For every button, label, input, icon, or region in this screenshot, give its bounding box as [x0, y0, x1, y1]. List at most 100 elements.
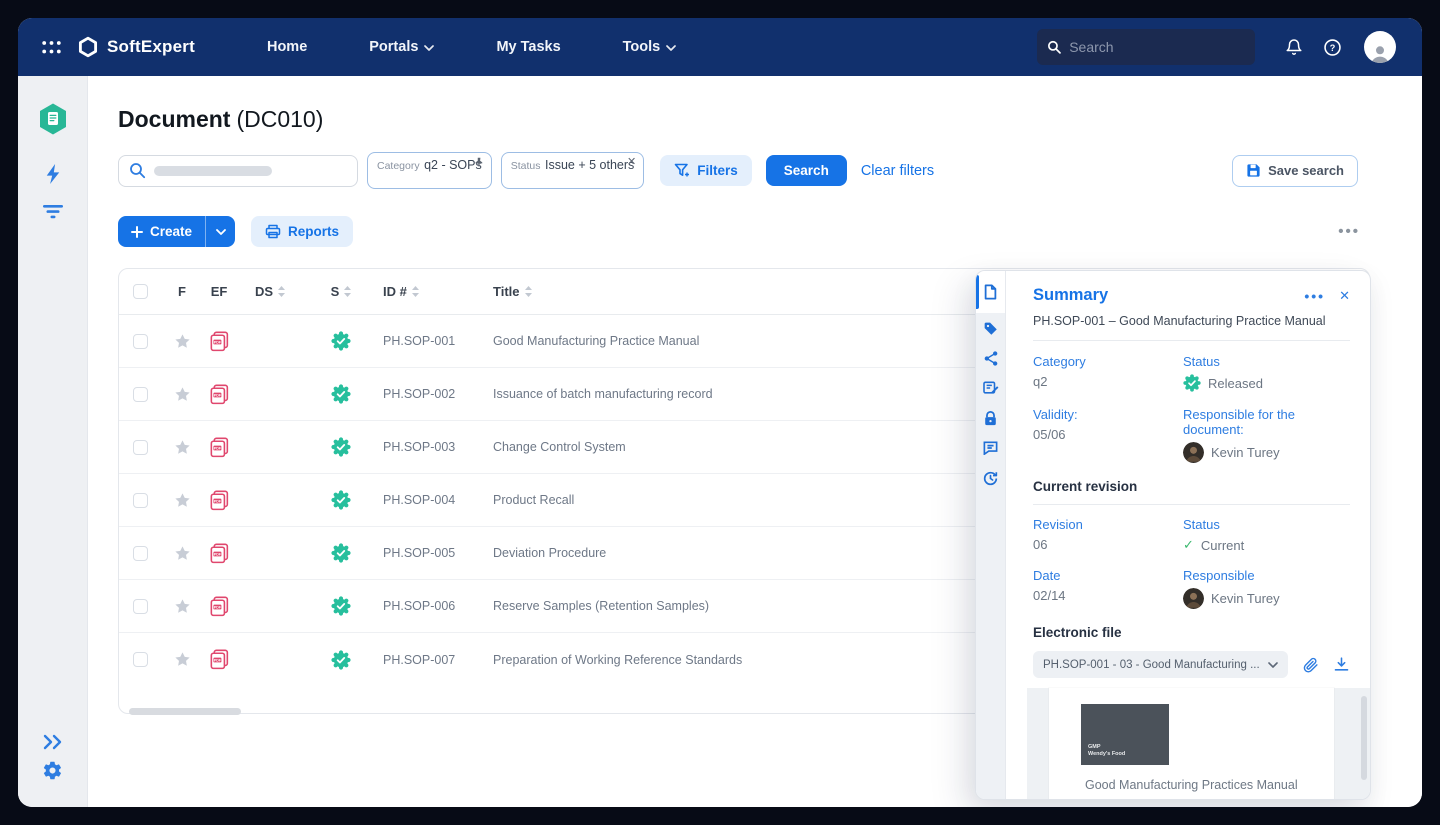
expand-sidebar-chevrons-icon[interactable] — [42, 734, 64, 750]
tab-comments-icon[interactable] — [976, 433, 1005, 463]
chevron-down-icon — [216, 229, 226, 235]
filter-lines-icon[interactable] — [42, 204, 64, 220]
document-search-input[interactable] — [118, 155, 358, 187]
save-search-button[interactable]: Save search — [1232, 155, 1358, 187]
attachment-paperclip-icon[interactable] — [1302, 656, 1319, 673]
summary-more-options[interactable]: ••• — [1304, 288, 1325, 304]
document-id[interactable]: PH.SOP-007 — [383, 653, 493, 667]
download-icon[interactable] — [1333, 656, 1350, 673]
status-filter-chip[interactable]: Status Issue + 5 others ✕ — [501, 152, 645, 189]
summary-title: Summary — [1033, 286, 1304, 305]
document-id[interactable]: PH.SOP-003 — [383, 440, 493, 454]
filters-button[interactable]: Filters — [660, 155, 752, 186]
list-more-options[interactable]: ••• — [1338, 223, 1360, 240]
document-id[interactable]: PH.SOP-004 — [383, 493, 493, 507]
create-split-button: Create — [118, 216, 235, 247]
svg-text:PDF: PDF — [213, 552, 221, 556]
preview-page[interactable]: GMP Wendy's Food Good Manufacturing Prac… — [1049, 688, 1334, 800]
pdf-file-icon[interactable]: PDF — [197, 436, 241, 459]
favorite-star-icon[interactable] — [167, 545, 197, 562]
nav-item-tools[interactable]: Tools — [623, 39, 677, 55]
row-checkbox[interactable] — [133, 546, 148, 561]
electronic-file-select[interactable]: PH.SOP-001 - 03 - Good Manufacturing ... — [1033, 651, 1288, 678]
document-id[interactable]: PH.SOP-002 — [383, 387, 493, 401]
row-checkbox[interactable] — [133, 599, 148, 614]
help-icon[interactable]: ? — [1323, 38, 1342, 57]
nav-item-portals[interactable]: Portals — [369, 39, 434, 55]
preview-scrollbar[interactable] — [1361, 696, 1367, 780]
favorite-star-icon[interactable] — [167, 651, 197, 668]
global-search-input[interactable] — [1069, 39, 1245, 55]
tab-history-icon[interactable] — [976, 463, 1005, 493]
global-search[interactable] — [1037, 29, 1255, 65]
nav-item-my-tasks[interactable]: My Tasks — [496, 39, 560, 55]
pdf-file-icon[interactable]: PDF — [197, 489, 241, 512]
favorite-star-icon[interactable] — [167, 333, 197, 350]
tab-tag-icon[interactable] — [976, 313, 1005, 343]
pdf-file-icon[interactable]: PDF — [197, 383, 241, 406]
sort-icon — [412, 286, 419, 297]
preview-thumbnail: GMP Wendy's Food — [1081, 704, 1169, 765]
svg-text:PDF: PDF — [213, 340, 221, 344]
pdf-file-icon[interactable]: PDF — [197, 595, 241, 618]
column-id[interactable]: ID # — [383, 284, 493, 299]
create-dropdown-caret[interactable] — [205, 216, 235, 247]
close-icon[interactable]: ✕ — [1339, 288, 1350, 304]
svg-text:PDF: PDF — [213, 499, 221, 503]
plus-icon — [131, 226, 143, 238]
tab-form-edit-icon[interactable] — [976, 373, 1005, 403]
column-favorite[interactable]: F — [167, 284, 197, 299]
search-button[interactable]: Search — [766, 155, 847, 186]
search-icon — [1047, 39, 1061, 55]
remove-filter-icon[interactable]: ✕ — [627, 157, 636, 167]
reports-button[interactable]: Reports — [251, 216, 353, 247]
favorite-star-icon[interactable] — [167, 439, 197, 456]
row-checkbox[interactable] — [133, 652, 148, 667]
quick-actions-lightning-icon[interactable] — [43, 162, 63, 186]
row-checkbox[interactable] — [133, 493, 148, 508]
pdf-file-icon[interactable]: PDF — [197, 330, 241, 353]
sort-icon — [278, 286, 285, 297]
page-title: Document(DC010) — [118, 106, 323, 133]
document-id[interactable]: PH.SOP-006 — [383, 599, 493, 613]
field-date: Date 02/14 — [1033, 568, 1183, 609]
top-navbar: SoftExpert Home Portals My Tasks Tools ? — [18, 18, 1422, 76]
favorite-star-icon[interactable] — [167, 386, 197, 403]
responsible-avatar — [1183, 442, 1204, 463]
tab-share-icon[interactable] — [976, 343, 1005, 373]
svg-text:PDF: PDF — [213, 658, 221, 662]
settings-gear-icon[interactable] — [42, 760, 63, 781]
pdf-file-icon[interactable]: PDF — [197, 542, 241, 565]
create-button[interactable]: Create — [118, 216, 205, 247]
row-checkbox[interactable] — [133, 387, 148, 402]
tab-lock-icon[interactable] — [976, 403, 1005, 433]
svg-text:?: ? — [1330, 42, 1336, 52]
row-checkbox[interactable] — [133, 440, 148, 455]
brand-name: SoftExpert — [107, 37, 195, 57]
user-avatar[interactable] — [1364, 31, 1396, 63]
row-checkbox[interactable] — [133, 334, 148, 349]
summary-tab-strip — [976, 271, 1006, 799]
svg-text:PDF: PDF — [213, 446, 221, 450]
pin-icon[interactable] — [474, 157, 484, 168]
column-electronic-file[interactable]: EF — [197, 284, 241, 299]
app-grid-icon[interactable] — [42, 40, 61, 55]
document-id[interactable]: PH.SOP-005 — [383, 546, 493, 560]
horizontal-scrollbar[interactable] — [129, 708, 241, 715]
column-digital-signature[interactable]: DS — [241, 284, 299, 299]
column-status[interactable]: S — [299, 284, 383, 299]
pdf-file-icon[interactable]: PDF — [197, 648, 241, 671]
favorite-star-icon[interactable] — [167, 598, 197, 615]
nav-item-home[interactable]: Home — [267, 39, 307, 55]
tab-summary-doc-icon[interactable] — [976, 271, 1005, 313]
select-all-checkbox[interactable] — [133, 284, 148, 299]
favorite-star-icon[interactable] — [167, 492, 197, 509]
document-module-icon[interactable] — [37, 102, 69, 136]
clear-filters-link[interactable]: Clear filters — [861, 163, 934, 179]
brand-logo[interactable]: SoftExpert — [77, 36, 195, 58]
document-id[interactable]: PH.SOP-001 — [383, 334, 493, 348]
field-revision: Revision 06 — [1033, 517, 1183, 553]
chevron-down-icon — [1268, 662, 1278, 668]
category-filter-chip[interactable]: Category q2 - SOPs — [367, 152, 492, 189]
notifications-bell-icon[interactable] — [1285, 38, 1303, 57]
